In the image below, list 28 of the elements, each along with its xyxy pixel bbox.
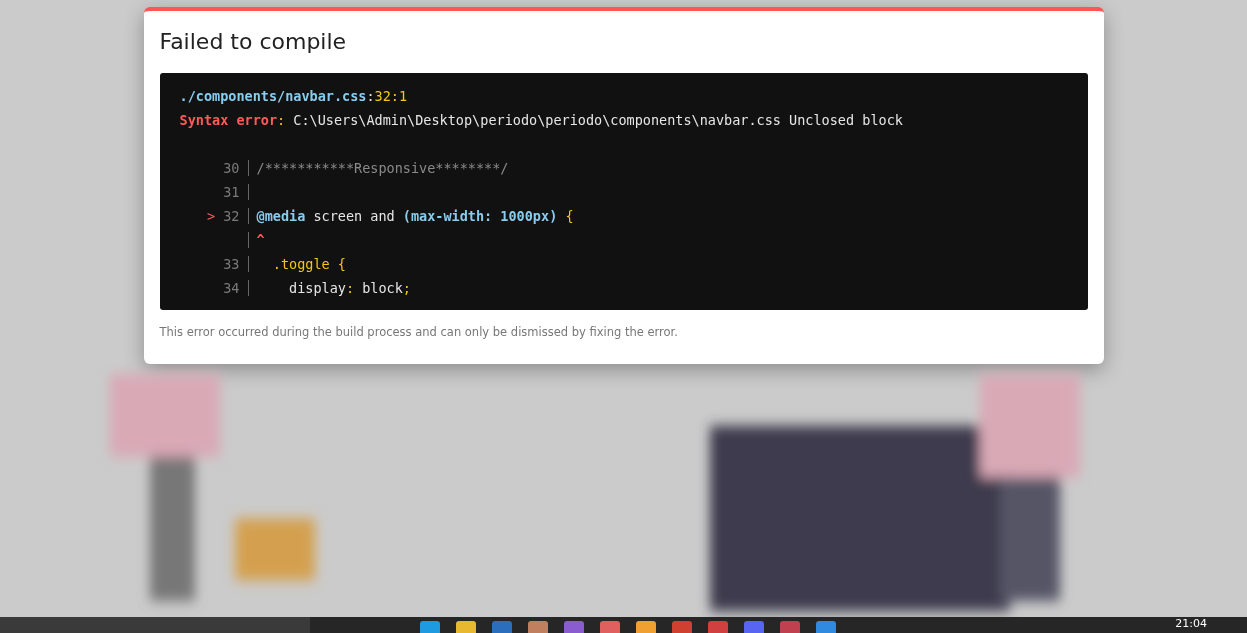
code-line: /***********Responsive********/ <box>256 159 509 179</box>
app-icon[interactable] <box>708 621 728 633</box>
code-line: ^ <box>256 231 265 251</box>
app-icon[interactable] <box>528 621 548 633</box>
dismiss-note: This error occurred during the build process and can only be dismissed by fixing the error. <box>159 324 679 342</box>
code-line: display: block; <box>288 279 411 299</box>
app-icon[interactable] <box>456 621 476 633</box>
line-number: 32 <box>223 208 240 225</box>
app-icon[interactable] <box>636 621 656 633</box>
app-icon[interactable] <box>600 621 620 633</box>
app-icon[interactable] <box>744 621 764 633</box>
app-icon[interactable] <box>816 621 836 633</box>
line-number: 34 <box>223 280 240 297</box>
code-line: .toggle { <box>271 255 346 275</box>
app-icon[interactable] <box>672 621 692 633</box>
error-marker: > <box>206 208 216 225</box>
app-icon[interactable] <box>780 621 800 633</box>
dialog-title: Failed to compile <box>159 29 348 56</box>
code-line: @media screen and (max-width: 1000px) { <box>256 207 574 227</box>
error-message: Syntax error: C:\Users\Admin\Desktop\periodo\periodo\components\navbar.css Unclosed block <box>179 111 903 131</box>
line-number: 30 <box>223 160 240 177</box>
line-number: 31 <box>223 184 240 201</box>
app-icon[interactable] <box>420 621 440 633</box>
app-icon[interactable] <box>564 621 584 633</box>
clock: 21:04 <box>1175 617 1207 631</box>
line-number: 33 <box>223 256 240 273</box>
error-message: ./components/navbar.css:32:1 <box>179 87 408 107</box>
app-icon[interactable] <box>492 621 512 633</box>
